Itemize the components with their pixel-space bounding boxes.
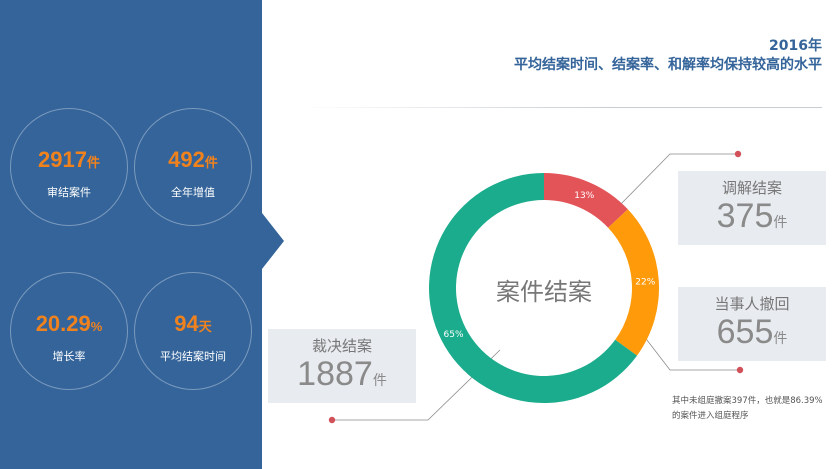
callout-value: 1887件 — [297, 355, 387, 393]
callout-withdrawal: 当事人撤回 655件 — [678, 287, 826, 361]
callout-label: 当事人撤回 — [714, 295, 790, 313]
donut-slice-label-1: 22% — [635, 278, 655, 288]
callout-label: 调解结案 — [721, 179, 782, 197]
leader-dot-withdrawal — [736, 366, 744, 374]
donut-center-label: 案件结案 — [496, 278, 592, 306]
callout-mediation: 调解结案 375件 — [678, 171, 826, 245]
callout-value: 375件 — [716, 197, 788, 235]
leader-dot-mediation — [734, 150, 742, 158]
donut-slice-label-0: 13% — [574, 191, 594, 201]
donut-slice-label-2: 65% — [444, 330, 464, 340]
leader-dot-adjudication — [328, 416, 336, 424]
callout-adjudication: 裁决结案 1887件 — [268, 329, 416, 403]
callout-value: 655件 — [716, 313, 788, 351]
callout-label: 裁决结案 — [311, 337, 372, 355]
footnote: 其中未组庭撤案397件，也就是86.39%的案件进入组庭程序 — [672, 396, 823, 421]
